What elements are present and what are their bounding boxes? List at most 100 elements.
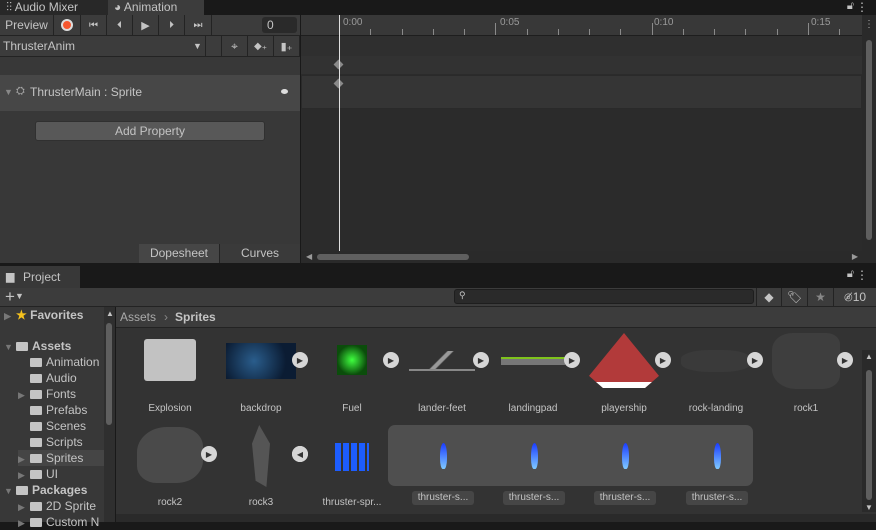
folder-icon [30,374,42,383]
expand-arrow-icon[interactable]: ▶ [837,352,853,368]
asset-item[interactable]: ▶ landingpad [488,331,580,421]
breadcrumb: Assets › Sprites [116,307,876,328]
ruler-tick [620,29,622,35]
tree-packages[interactable]: ▼ Packages [4,482,108,498]
asset-item[interactable]: ▶ playership [579,331,671,421]
sub-sprite-label[interactable]: thruster-s... [503,491,565,505]
options-dot-icon[interactable] [281,89,288,94]
expand-arrow-icon[interactable]: ▶ [655,352,671,368]
add-keyframe-button[interactable]: ◆₊ [248,36,274,56]
expand-arrow-icon[interactable]: ▶ [473,352,489,368]
folder-icon [30,390,42,399]
more-menu-icon[interactable]: ⋮ [856,0,868,14]
playhead[interactable] [339,15,340,253]
favorites-filter-button[interactable]: ★ [808,288,834,306]
asset-item[interactable]: ▶rock3 [216,425,308,515]
horizontal-scrollbar[interactable]: ◀ ▶ [301,251,862,263]
asset-item[interactable]: ▶ Fuel [307,331,399,421]
asset-thumbnail [335,331,369,377]
search-input[interactable]: ⚲ [454,289,754,304]
record-button[interactable] [54,15,81,35]
collapse-arrow-icon[interactable]: ▼ [4,87,13,97]
lock-icon[interactable]: 🔓︎ [847,0,854,13]
mixer-icon: ⫶⫶ [6,0,15,14]
project-more-icon[interactable]: ⋮ [856,268,868,282]
flame-sprite-thumbnail[interactable] [622,443,629,469]
ruler-tick [776,29,778,35]
vertical-scrollbar[interactable]: ⋮ [862,15,876,263]
event-add-icon: ▮₊ [280,40,293,53]
create-plus-button[interactable]: +▼ [5,287,24,307]
ruler-tick [745,29,747,35]
sub-sprite-label[interactable]: thruster-s... [412,491,474,505]
flame-sprite-thumbnail[interactable] [714,443,721,469]
tree-favorites[interactable]: ▶ ★ Favorites [4,307,108,323]
first-key-button[interactable]: ⏮ [81,15,107,35]
asset-item[interactable]: ▶ rock2 [125,425,217,515]
flame-sprite-thumbnail[interactable] [531,443,538,469]
asset-item[interactable]: ▶ rock-landing [671,331,763,421]
grid-scrollbar[interactable]: ▲ ▼ [862,350,876,512]
time-ruler[interactable]: 0:00 0:05 0:10 0:15 [301,15,872,36]
expand-arrow-icon[interactable]: ▶ [564,352,580,368]
filter-by-selection-button[interactable]: ⌖ [222,36,248,56]
ruler-tick [839,29,840,35]
tab-animation[interactable]: ◕ Animation [108,0,204,15]
ruler-tick [557,29,559,35]
add-property-button[interactable]: Add Property [35,121,265,141]
expand-arrow-icon[interactable]: ▶ [292,352,308,368]
tab-project[interactable]: ▆ Project [0,266,80,288]
tree-folder-sprites[interactable]: ▶ Sprites [18,450,104,466]
spacer [205,36,222,56]
ruler-tick [589,29,590,35]
filter-label-button[interactable]: 🏷︎ [782,288,808,306]
folder-icon [30,454,42,463]
asset-thumbnail [335,425,369,471]
ruler-tick [714,29,715,35]
asset-thumbnail [137,425,203,483]
asset-thumbnail [144,331,196,381]
asset-item[interactable]: ▶ rock1 [761,331,853,421]
preview-button[interactable]: Preview [0,15,54,35]
folder-icon: ▆ [6,271,15,283]
ruler-tick [464,29,465,35]
hidden-packages-toggle[interactable]: ◎̸ 10 [834,288,876,306]
next-key-button[interactable]: ⏵ [159,15,185,35]
asset-grid: Assets › Sprites Explosion ▶ backdrop ▶ Fuel… [116,307,876,522]
collapse-arrow-icon[interactable]: ◀ [292,446,308,462]
folder-icon [30,470,42,479]
tree-assets[interactable]: ▼ Assets [4,338,108,354]
folder-tree: ▶ ★ Favorites ▼ Assets Animation Audio ▶ Font… [0,307,115,529]
breadcrumb-sprites[interactable]: Sprites [175,310,216,324]
project-lock-icon[interactable]: 🔓︎ [847,268,854,281]
sub-sprite-label[interactable]: thruster-s... [594,491,656,505]
tab-audio-mixer[interactable]: ⫶⫶ Audio Mixer [0,0,108,15]
tree-scrollbar[interactable]: ▲ [104,307,115,522]
tab-curves[interactable]: Curves [220,244,300,263]
asset-item[interactable]: Explosion [125,331,215,421]
breadcrumb-assets[interactable]: Assets [120,310,156,324]
asset-item[interactable]: ▶ lander-feet [397,331,489,421]
flame-sprite-thumbnail[interactable] [440,443,447,469]
frame-field[interactable]: 0 [262,17,297,33]
asset-thumbnail [772,331,840,389]
last-key-button[interactable]: ⏭ [185,15,212,35]
property-row[interactable]: ▼ ⛭ ThrusterMain : Sprite [0,75,300,111]
folder-icon [30,438,42,447]
add-event-button[interactable]: ▮₊ [274,36,300,56]
ruler-tick [495,23,497,35]
sub-sprite-label[interactable]: thruster-s... [686,491,748,505]
keyframe-add-icon: ◆₊ [254,40,267,52]
asset-thumbnail [589,331,659,388]
asset-thumbnail [501,331,565,365]
filter-type-button[interactable]: ◆ [756,288,782,306]
asset-item[interactable]: ▶ backdrop [216,331,308,421]
asset-thumbnail [252,425,270,487]
prev-key-button[interactable]: ⏴ [107,15,133,35]
tab-dopesheet[interactable]: Dopesheet [139,244,220,263]
play-button[interactable]: ▶ [133,15,159,35]
asset-item[interactable]: ◀ thruster-spr... [292,425,397,515]
clip-dropdown[interactable]: ThrusterAnim ▼ [3,39,203,54]
dopesheet-timeline[interactable]: 0:00 0:05 0:10 0:15 ◀ ▶ [301,15,872,263]
expand-arrow-icon[interactable]: ▶ [201,446,217,462]
